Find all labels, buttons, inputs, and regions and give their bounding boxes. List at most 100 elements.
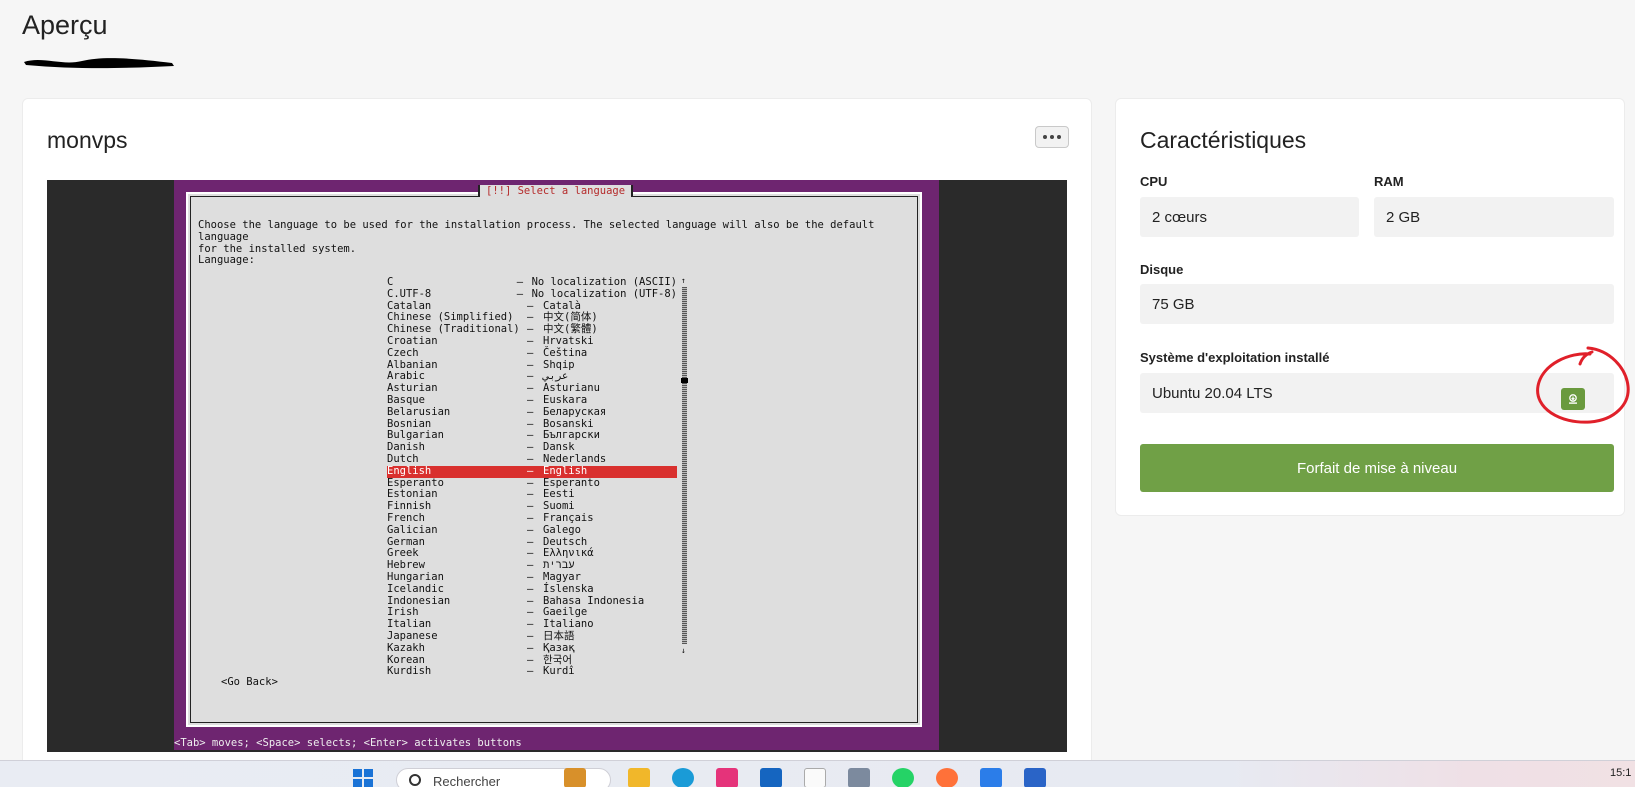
language-option[interactable]: Dutch – Nederlands [387, 452, 677, 466]
language-name: Kazakh [387, 641, 425, 654]
calculator-icon[interactable] [980, 768, 1002, 787]
language-separator: – [516, 287, 524, 300]
language-name: English [387, 464, 432, 477]
firefox-icon[interactable] [936, 768, 958, 787]
installer-status-line: <Tab> moves; <Space> selects; <Enter> ac… [174, 737, 526, 749]
app-icon[interactable] [848, 768, 870, 787]
installer-screen: [!!] Select a language Choose the langua… [174, 180, 939, 750]
outlook-icon[interactable] [760, 768, 782, 787]
ram-value: 2 GB [1374, 197, 1614, 237]
document-icon[interactable] [804, 768, 826, 787]
language-option[interactable]: Czech – Čeština [387, 346, 677, 360]
language-name: C.UTF-8 [387, 287, 432, 300]
cpu-value: 2 cœurs [1140, 197, 1359, 237]
os-label: Système d'exploitation installé [1140, 350, 1330, 365]
specs-card: Caractéristiques CPU 2 cœurs RAM 2 GB Di… [1115, 98, 1625, 516]
language-option[interactable]: Kurdish – Kurdî [387, 665, 677, 678]
os-reinstall-button[interactable] [1561, 388, 1585, 410]
vps-overview-card: monvps [!!] Select a language Choose the… [22, 98, 1092, 787]
taskbar-clock: 15:1 [1610, 767, 1632, 779]
language-separator: – [527, 665, 534, 678]
dialog-title: [!!] Select a language [478, 185, 634, 197]
notepad-icon[interactable] [1024, 768, 1046, 787]
scroll-track[interactable] [682, 287, 687, 644]
language-native-name: Français [543, 511, 594, 524]
disk-label: Disque [1140, 262, 1184, 277]
search-icon [409, 774, 421, 786]
language-native-name: Galego [543, 523, 581, 536]
language-dialog: [!!] Select a language Choose the langua… [186, 185, 922, 727]
upgrade-plan-button[interactable]: Forfait de mise à niveau [1140, 444, 1614, 492]
dot-icon [1043, 135, 1047, 139]
language-name: Basque [387, 393, 425, 406]
language-label: Language: [198, 254, 255, 266]
language-option[interactable]: Basque – Euskara [387, 393, 677, 407]
dot-icon [1057, 135, 1061, 139]
language-separator: – [527, 641, 534, 654]
search-placeholder: Rechercher [433, 774, 501, 787]
more-options-button[interactable] [1035, 126, 1069, 148]
language-separator: – [527, 629, 534, 642]
redacted-subtitle [24, 58, 174, 69]
language-separator: – [527, 523, 534, 536]
vps-name: monvps [47, 127, 128, 153]
language-native-name: No localization (UTF-8) [531, 287, 677, 300]
language-scrollbar[interactable]: ↑ ↓ [681, 277, 689, 655]
language-native-name: Қазақ [543, 641, 575, 654]
language-separator: – [527, 464, 534, 477]
whatsapp-icon[interactable] [892, 768, 914, 787]
vps-console[interactable]: [!!] Select a language Choose the langua… [47, 180, 1067, 752]
dot-icon [1050, 135, 1054, 139]
language-native-name: Беларуская [543, 405, 607, 418]
scroll-thumb[interactable] [681, 378, 688, 383]
language-option[interactable]: Japanese – 日本語 [387, 629, 677, 643]
language-option[interactable]: Icelandic – Íslenska [387, 582, 677, 596]
ram-label: RAM [1374, 174, 1404, 189]
language-option[interactable]: English – English [387, 464, 677, 478]
language-native-name: Čeština [543, 346, 588, 359]
language-name: Dutch [387, 452, 419, 465]
language-option[interactable]: French – Français [387, 511, 677, 525]
page-title: Aperçu [22, 10, 108, 40]
language-native-name: 日本語 [543, 629, 575, 642]
scroll-up-arrow[interactable]: ↑ [681, 277, 686, 285]
language-name: Croatian [387, 334, 438, 347]
language-option[interactable]: Croatian – Hrvatski [387, 334, 677, 348]
slack-icon[interactable] [716, 768, 738, 787]
edge-browser-icon[interactable] [672, 768, 694, 787]
specs-title: Caractéristiques [1140, 127, 1307, 153]
language-native-name: Íslenska [543, 582, 594, 595]
language-name: Icelandic [387, 582, 444, 595]
go-back-button[interactable]: <Go Back> [221, 676, 278, 688]
language-name: Hungarian [387, 570, 444, 583]
language-separator: – [527, 405, 534, 418]
language-name: Japanese [387, 629, 438, 642]
language-native-name: Nederlands [543, 452, 607, 465]
language-option[interactable]: Galician – Galego [387, 523, 677, 537]
language-native-name: Kurdî [543, 665, 575, 678]
language-option[interactable]: Hungarian – Magyar [387, 570, 677, 584]
cpu-label: CPU [1140, 174, 1168, 189]
language-native-name: Hrvatski [543, 334, 594, 347]
language-name: Czech [387, 346, 419, 359]
windows-start-icon[interactable] [352, 768, 374, 787]
dialog-intro: Choose the language to be used for the i… [198, 219, 875, 255]
language-option[interactable]: C.UTF-8 – No localization (UTF-8) [387, 287, 677, 301]
language-option[interactable]: Belarusian – Беларуская [387, 405, 677, 419]
language-name: French [387, 511, 425, 524]
briefcase-icon[interactable] [564, 768, 586, 787]
language-separator: – [527, 393, 534, 406]
language-native-name: Euskara [543, 393, 588, 406]
language-name: Galician [387, 523, 438, 536]
scroll-down-arrow[interactable]: ↓ [681, 647, 686, 655]
language-list[interactable]: C – No localization (ASCII) C.UTF-8– No loca… [387, 276, 677, 678]
file-explorer-icon[interactable] [628, 768, 650, 787]
language-separator: – [527, 452, 534, 465]
language-native-name: English [543, 464, 588, 477]
language-separator: – [527, 570, 534, 583]
language-separator: – [527, 346, 534, 359]
language-option[interactable]: Kazakh – Қазақ [387, 641, 677, 655]
language-native-name: Magyar [543, 570, 581, 583]
language-separator: – [527, 334, 534, 347]
os-value: Ubuntu 20.04 LTS [1140, 373, 1614, 413]
